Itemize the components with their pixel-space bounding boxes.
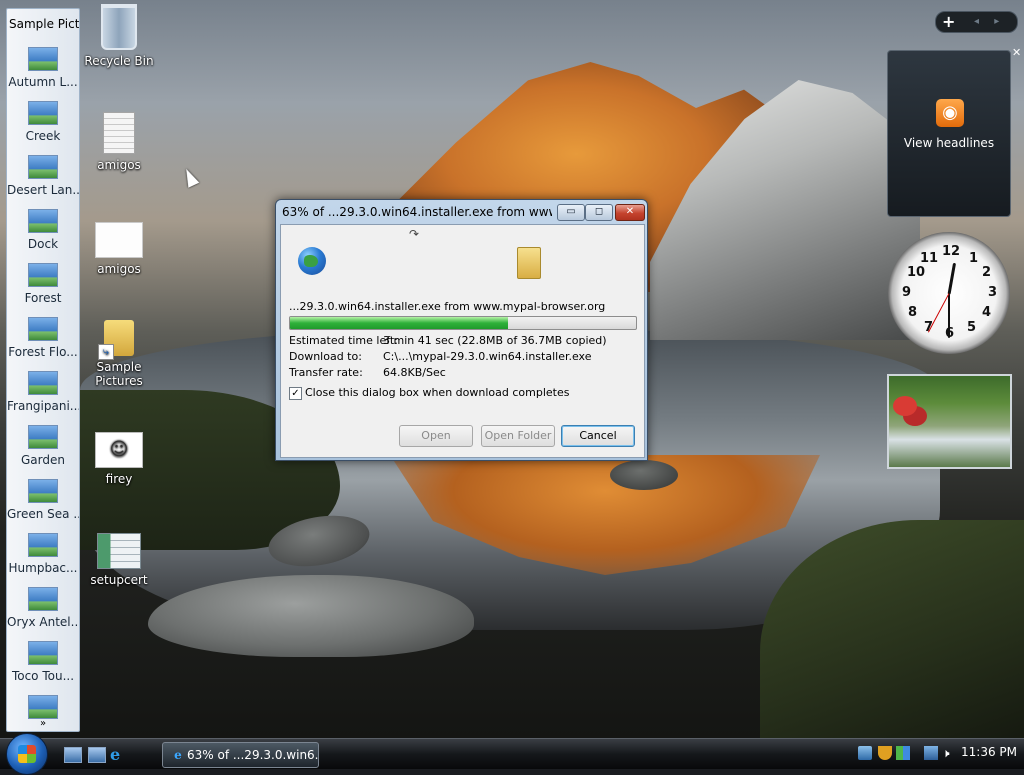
picture-thumbnail-icon — [28, 209, 58, 233]
sidebar-item[interactable]: Humpbac... — [7, 533, 79, 575]
open-button[interactable]: Open — [399, 425, 473, 447]
rss-icon: ◉ — [936, 99, 964, 127]
clock-hour-hand — [947, 262, 957, 295]
desktop-icon-amigos-image[interactable]: amigos — [79, 222, 159, 276]
taskbar-download-button[interactable]: e 63% of ...29.3.0.win6... — [162, 742, 319, 768]
start-button[interactable] — [6, 733, 48, 775]
gadget-nav-arrows[interactable]: ◂ ▸ — [974, 12, 1005, 32]
view-headlines-link[interactable]: View headlines — [887, 136, 1011, 150]
picture-thumbnail-icon — [28, 587, 58, 611]
picture-thumbnail-icon — [28, 101, 58, 125]
desktop-icon-firey[interactable]: ☺ firey — [79, 432, 159, 486]
progress-fill — [290, 317, 508, 329]
dialog-body: ↷ ...29.3.0.win64.installer.exe from www… — [280, 224, 645, 458]
clock-number: 10 — [907, 265, 926, 280]
picture-thumbnail-icon — [28, 425, 58, 449]
sidebar-item[interactable]: Dock — [7, 209, 79, 251]
cancel-button[interactable]: Cancel — [561, 425, 635, 447]
wallpaper-rock — [610, 460, 678, 490]
slideshow-sidebar[interactable]: Sample Pictu Autumn L... Creek Desert La… — [6, 8, 80, 732]
close-button[interactable]: ✕ — [615, 204, 645, 221]
internet-explorer-icon: e — [174, 748, 182, 762]
sketch-image-icon: ☺ — [95, 432, 143, 468]
clock-number: 9 — [902, 285, 912, 300]
open-folder-button[interactable]: Open Folder — [481, 425, 555, 447]
volume-muted-icon[interactable]: 🕨 — [942, 746, 956, 760]
windows-logo-icon — [18, 745, 36, 763]
clock-minute-hand — [948, 294, 950, 338]
internet-explorer-icon[interactable]: e — [110, 747, 126, 763]
taskbar-clock[interactable]: 11:36 PM — [961, 745, 1017, 759]
picture-thumbnail-icon — [28, 533, 58, 557]
slideshow-photo-gadget[interactable] — [887, 374, 1012, 469]
picture-thumbnail-icon — [28, 695, 58, 719]
globe-icon — [298, 247, 326, 275]
gadget-toolbar: + ◂ ▸ — [935, 11, 1018, 33]
dialog-title: 63% of ...29.3.0.win64.installer.exe fro… — [282, 205, 552, 219]
folder-icon — [517, 247, 541, 279]
picture-thumbnail-icon — [28, 263, 58, 287]
windows-update-icon[interactable] — [896, 746, 910, 760]
text-document-icon — [103, 112, 135, 154]
switch-windows-icon[interactable] — [88, 747, 106, 763]
display-tray-icon[interactable] — [924, 746, 938, 760]
close-when-done-label[interactable]: Close this dialog box when download comp… — [305, 386, 569, 399]
sidebar-more-button[interactable]: » — [7, 718, 79, 729]
sidebar-item[interactable]: Frangipani... — [7, 371, 79, 413]
close-when-done-checkbox[interactable]: ✓ — [289, 387, 302, 400]
clock-number: 2 — [982, 265, 992, 280]
clock-number: 3 — [988, 285, 998, 300]
clock-number: 5 — [967, 320, 977, 335]
sidebar-item[interactable]: Garden — [7, 425, 79, 467]
picture-thumbnail-icon — [28, 47, 58, 71]
feed-headlines-gadget[interactable] — [887, 50, 1011, 217]
picture-thumbnail-icon — [28, 317, 58, 341]
taskbar: e e 63% of ...29.3.0.win6... 🕨 — [0, 733, 1024, 775]
network-tray-icon[interactable] — [858, 746, 872, 760]
desktop-icon-recycle-bin[interactable]: Recycle Bin — [79, 4, 159, 68]
picture-thumbnail-icon — [28, 641, 58, 665]
sidebar-item[interactable]: Creek — [7, 101, 79, 143]
desktop-icon-amigos-text[interactable]: amigos — [79, 112, 159, 172]
download-progress-bar — [289, 316, 637, 330]
sidebar-item[interactable]: Green Sea ... — [7, 479, 79, 521]
maximize-button[interactable]: ◻ — [585, 204, 613, 221]
sidebar-item[interactable]: Autumn L... — [7, 47, 79, 89]
picture-thumbnail-icon — [28, 479, 58, 503]
desktop-icon-setupcert[interactable]: setupcert — [79, 533, 159, 587]
desktop-icon-sample-pictures[interactable]: Sample Pictures — [79, 320, 159, 388]
sidebar-item[interactable]: Desert Lan... — [7, 155, 79, 197]
folder-shortcut-icon — [98, 320, 134, 360]
download-dialog: 63% of ...29.3.0.win64.installer.exe fro… — [275, 199, 648, 461]
picture-thumbnail-icon — [28, 371, 58, 395]
clock-number: 12 — [942, 244, 961, 259]
sidebar-title: Sample Pictu — [9, 17, 79, 31]
sidebar-item[interactable]: Oryx Antel... — [7, 587, 79, 629]
picture-thumbnail-icon — [28, 155, 58, 179]
show-desktop-icon[interactable] — [64, 747, 82, 763]
clock-gadget[interactable]: 12 1 2 3 4 5 6 7 8 9 10 11 — [888, 232, 1010, 354]
estimated-time-row: Estimated time left:3 min 41 sec (22.8MB… — [289, 334, 607, 347]
flying-document-icon: ↷ — [409, 227, 420, 241]
sidebar-item[interactable]: Forest Flo... — [7, 317, 79, 359]
sidebar-item[interactable]: Toco Tou... — [7, 641, 79, 683]
clock-number: 8 — [908, 305, 918, 320]
sidebar-item[interactable]: Forest — [7, 263, 79, 305]
add-gadget-button[interactable]: + — [942, 12, 955, 31]
clock-number: 1 — [969, 251, 979, 266]
transfer-rate-row: Transfer rate: 64.8KB/Sec — [289, 366, 446, 379]
clock-number: 4 — [982, 305, 992, 320]
minimize-button[interactable]: ▭ — [557, 204, 585, 221]
image-file-icon — [95, 222, 143, 258]
security-shield-icon[interactable] — [878, 746, 892, 760]
close-icon[interactable]: ✕ — [1012, 46, 1021, 59]
download-source: ...29.3.0.win64.installer.exe from www.m… — [289, 300, 606, 313]
recycle-bin-icon — [101, 4, 137, 50]
clock-number: 11 — [920, 251, 939, 266]
certificate-image-icon — [97, 533, 141, 569]
download-to-row: Download to: C:\...\mypal-29.3.0.win64.in… — [289, 350, 592, 363]
